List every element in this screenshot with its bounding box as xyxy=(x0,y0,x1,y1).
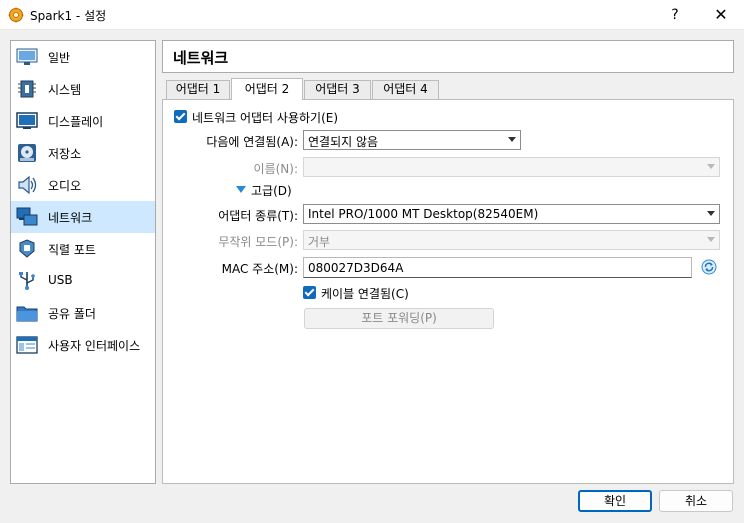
attached-to-select[interactable]: 연결되지 않음 xyxy=(303,130,521,150)
virtualbox-gear-icon xyxy=(8,7,24,23)
enable-adapter-checkbox[interactable] xyxy=(174,110,187,123)
adapter-type-value: Intel PRO/1000 MT Desktop(82540EM) xyxy=(308,207,539,221)
usb-icon xyxy=(19,272,35,290)
name-select[interactable] xyxy=(303,157,720,177)
ok-button[interactable]: 확인 xyxy=(578,490,652,512)
cancel-button[interactable]: 취소 xyxy=(659,490,733,512)
window-title: Spark1 - 설정 xyxy=(30,9,107,23)
network-icon xyxy=(16,207,38,226)
sidebar-item-user-interface[interactable]: 사용자 인터페이스 xyxy=(11,329,155,361)
sidebar-item-storage[interactable]: 저장소 xyxy=(11,137,155,169)
sidebar-item-label: 오디오 xyxy=(48,179,82,193)
sidebar-item-display[interactable]: 디스플레이 xyxy=(11,105,155,137)
disk-icon xyxy=(18,144,36,162)
sidebar-item-label: 일반 xyxy=(48,51,71,65)
name-label: 이름(N): xyxy=(253,162,298,176)
page-title: 네트워크 xyxy=(173,49,229,67)
advanced-toggle-label[interactable]: 고급(D) xyxy=(251,182,292,199)
port-forwarding-button[interactable]: 포트 포워딩(P) xyxy=(304,308,494,329)
help-button[interactable]: ? xyxy=(652,0,698,30)
enable-adapter-label: 네트워크 어댑터 사용하기(E) xyxy=(192,111,339,125)
sidebar-item-label: USB xyxy=(48,273,73,287)
page-header: 네트워크 xyxy=(162,40,734,73)
promiscuous-mode-label: 무작위 모드(P): xyxy=(218,235,298,249)
mac-address-input[interactable]: 080027D3D64A xyxy=(303,257,692,278)
sidebar-item-label: 공유 폴더 xyxy=(48,307,96,321)
sidebar-item-usb[interactable]: USB xyxy=(11,265,155,297)
chevron-down-icon xyxy=(707,164,715,169)
close-button[interactable]: ✕ xyxy=(698,0,744,30)
sidebar-item-label: 네트워크 xyxy=(48,211,93,225)
adapter-type-select[interactable]: Intel PRO/1000 MT Desktop(82540EM) xyxy=(303,204,720,224)
attached-to-value: 연결되지 않음 xyxy=(308,135,379,149)
display-icon xyxy=(16,112,38,129)
chevron-down-icon xyxy=(707,211,715,216)
tab-adapter-3[interactable]: 어댑터 3 xyxy=(304,80,371,99)
sidebar-item-label: 시스템 xyxy=(48,83,82,97)
ui-icon xyxy=(16,336,38,354)
sidebar-item-system[interactable]: 시스템 xyxy=(11,73,155,105)
promiscuous-mode-select[interactable]: 거부 xyxy=(303,230,720,250)
mac-address-value: 080027D3D64A xyxy=(308,261,404,275)
adapter-type-label: 어댑터 종류(T): xyxy=(218,209,298,223)
title-bar: Spark1 - 설정 ? ✕ xyxy=(0,0,744,30)
speaker-icon xyxy=(18,175,37,195)
cable-connected-label: 케이블 연결됨(C) xyxy=(321,287,409,301)
advanced-toggle-icon[interactable] xyxy=(236,186,246,193)
sidebar-item-label: 디스플레이 xyxy=(48,115,104,129)
sidebar-item-label: 사용자 인터페이스 xyxy=(48,339,141,353)
settings-sidebar: 일반 시스템 디스플레이 저장소 오디오 네트워크 직렬 포트 USB 공유 폴… xyxy=(10,40,156,484)
tab-adapter-2[interactable]: 어댑터 2 xyxy=(231,78,303,100)
chevron-down-icon xyxy=(707,237,715,242)
tab-adapter-4[interactable]: 어댑터 4 xyxy=(372,80,439,99)
folder-icon xyxy=(16,306,38,322)
sidebar-item-shared-folders[interactable]: 공유 폴더 xyxy=(11,297,155,329)
refresh-mac-icon[interactable] xyxy=(701,259,717,275)
chevron-down-icon xyxy=(508,137,516,142)
cable-connected-checkbox[interactable] xyxy=(303,286,316,299)
sidebar-item-general[interactable]: 일반 xyxy=(11,41,155,73)
monitor-icon xyxy=(16,48,38,65)
sidebar-item-label: 직렬 포트 xyxy=(48,243,96,257)
sidebar-item-serial-ports[interactable]: 직렬 포트 xyxy=(11,233,155,265)
sidebar-item-network[interactable]: 네트워크 xyxy=(11,201,155,233)
chip-icon xyxy=(18,80,36,98)
tab-adapter-1[interactable]: 어댑터 1 xyxy=(166,80,230,99)
promiscuous-mode-value: 거부 xyxy=(308,235,331,249)
sidebar-item-label: 저장소 xyxy=(48,147,82,161)
serial-port-icon xyxy=(19,239,35,258)
attached-to-label: 다음에 연결됨(A): xyxy=(206,135,298,149)
sidebar-item-audio[interactable]: 오디오 xyxy=(11,169,155,201)
mac-address-label: MAC 주소(M): xyxy=(221,262,298,276)
